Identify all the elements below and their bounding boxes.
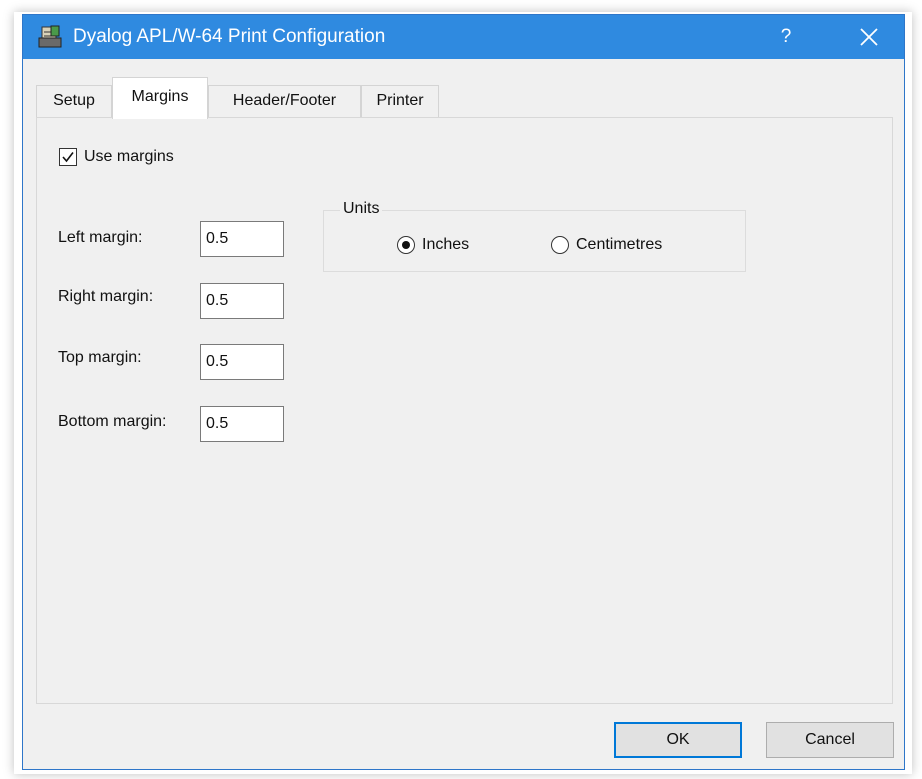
print-configuration-dialog: Dyalog APL/W-64 Print Configuration ? Se… xyxy=(22,14,905,770)
tab-margins[interactable]: Margins xyxy=(112,77,208,119)
radio-selected-dot xyxy=(402,241,410,249)
bottom-margin-label: Bottom margin: xyxy=(58,413,167,430)
units-legend: Units xyxy=(340,199,383,219)
left-margin-label: Left margin: xyxy=(58,229,143,246)
right-margin-label: Right margin: xyxy=(58,288,154,305)
close-icon xyxy=(860,28,878,46)
left-margin-input[interactable]: 0.5 xyxy=(200,221,284,257)
apl-app-icon xyxy=(37,24,63,50)
centimetres-radio[interactable] xyxy=(551,236,569,254)
bottom-margin-input[interactable]: 0.5 xyxy=(200,406,284,442)
use-margins-checkbox[interactable] xyxy=(59,148,77,166)
top-margin-input[interactable]: 0.5 xyxy=(200,344,284,380)
inches-radio[interactable] xyxy=(397,236,415,254)
margins-tab-panel: Use margins Left margin: 0.5 Right margi… xyxy=(36,117,893,704)
use-margins-label: Use margins xyxy=(84,148,174,165)
right-margin-input[interactable]: 0.5 xyxy=(200,283,284,319)
cancel-button[interactable]: Cancel xyxy=(766,722,894,758)
top-margin-label: Top margin: xyxy=(58,349,142,366)
close-button[interactable] xyxy=(840,15,898,59)
tab-header-footer[interactable]: Header/Footer xyxy=(208,85,361,117)
centimetres-label[interactable]: Centimetres xyxy=(576,235,662,255)
units-group: Units Inches Centimetres xyxy=(323,199,746,272)
tab-setup[interactable]: Setup xyxy=(36,85,112,117)
window-title: Dyalog APL/W-64 Print Configuration xyxy=(73,26,386,47)
ok-button[interactable]: OK xyxy=(614,722,742,758)
tab-printer[interactable]: Printer xyxy=(361,85,439,117)
help-button[interactable]: ? xyxy=(766,15,806,59)
checkmark-icon xyxy=(62,152,74,163)
title-bar[interactable]: Dyalog APL/W-64 Print Configuration ? xyxy=(23,15,904,59)
inches-label[interactable]: Inches xyxy=(422,235,469,255)
